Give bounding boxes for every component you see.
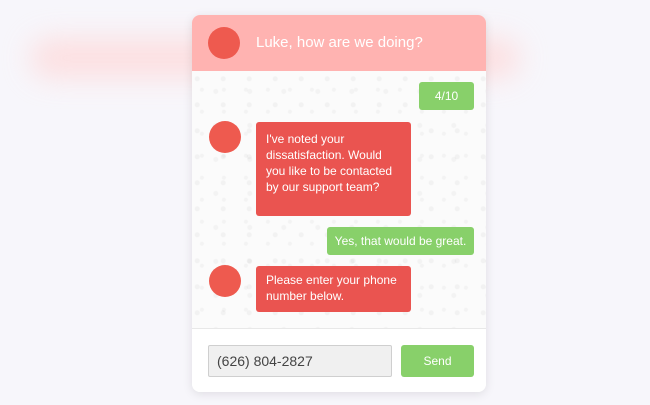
composer: Send [192,328,486,392]
bot-message: I've noted your dissatisfaction. Would y… [256,122,411,216]
phone-input[interactable] [208,345,392,377]
message-list: 4/10 I've noted your dissatisfaction. Wo… [192,71,486,328]
bot-avatar [209,121,241,153]
bot-avatar [208,27,240,59]
user-message: Yes, that would be great. [327,227,474,255]
chat-header: Luke, how are we doing? [192,15,486,71]
bot-avatar [209,265,241,297]
chat-widget: Luke, how are we doing? 4/10 I've noted … [192,15,486,392]
bot-message: Please enter your phone number below. [256,266,411,312]
page: Luke, how are we doing? 4/10 I've noted … [0,0,650,405]
chat-title: Luke, how are we doing? [256,34,423,51]
send-button[interactable]: Send [401,345,474,377]
user-message: 4/10 [419,82,474,110]
